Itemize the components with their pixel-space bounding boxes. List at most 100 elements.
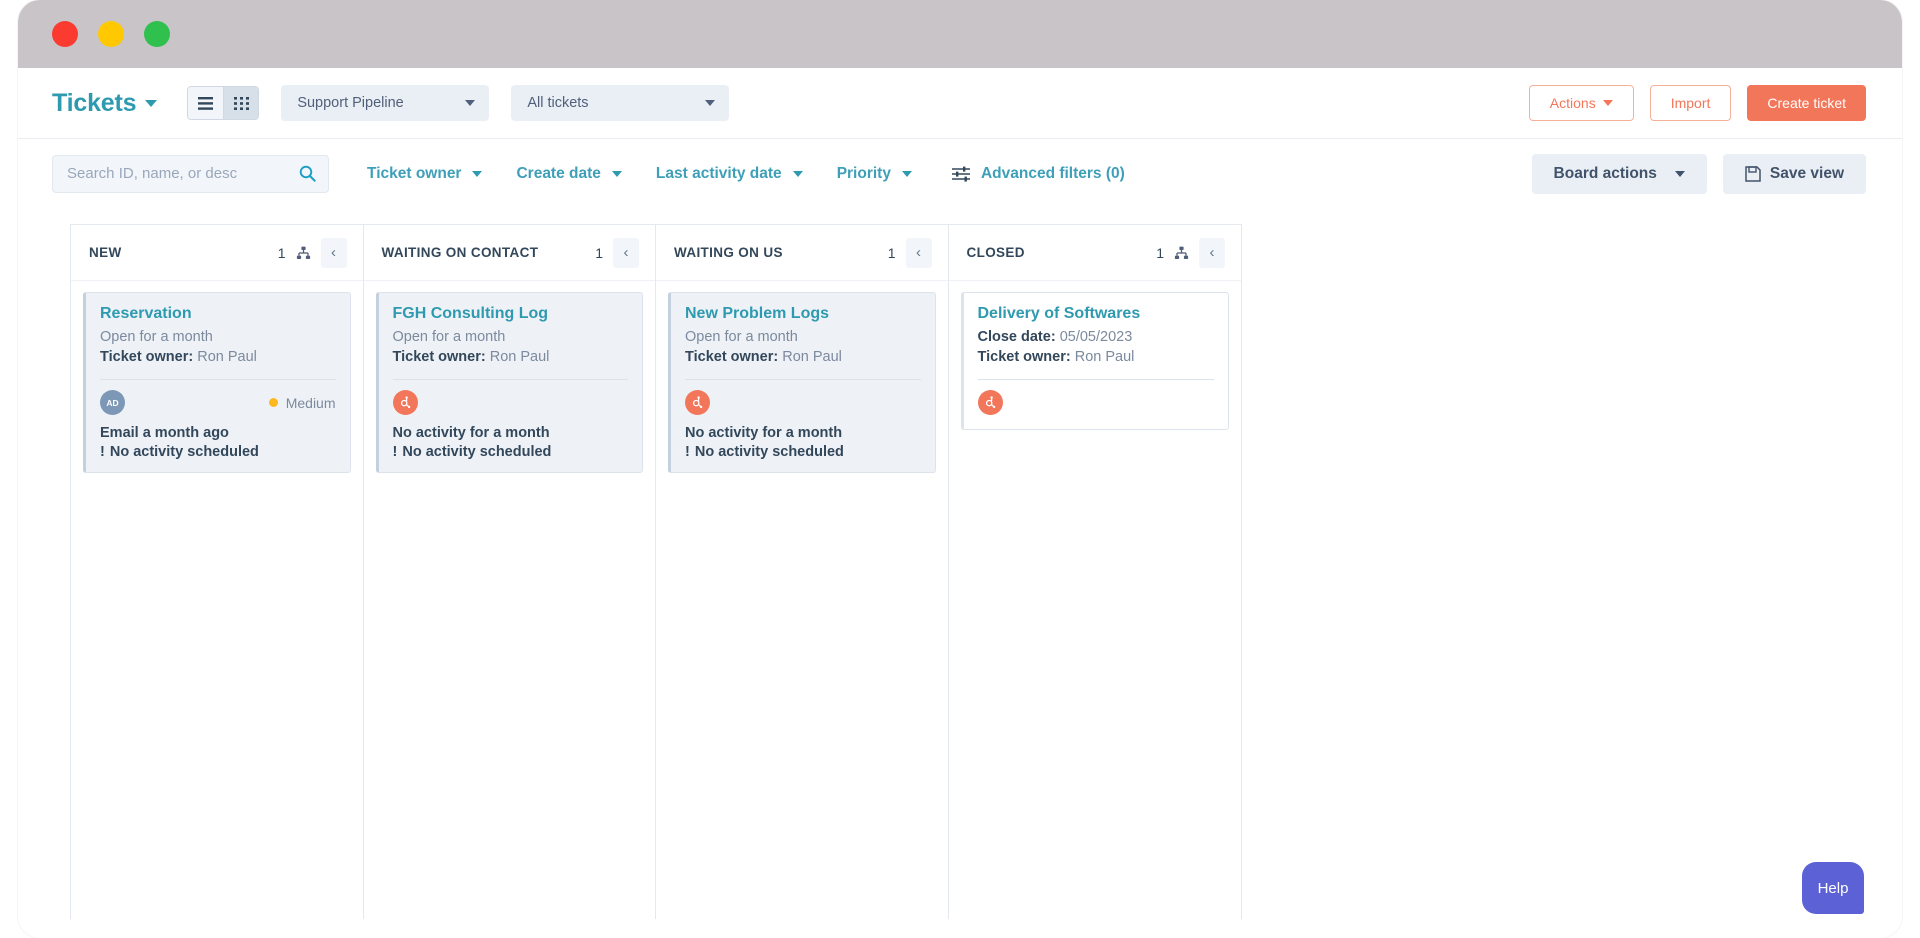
collapse-column-button[interactable]: ‹ xyxy=(906,238,932,268)
ticket-card-scheduled: ! No activity scheduled xyxy=(100,444,336,460)
create-ticket-label: Create ticket xyxy=(1767,95,1846,111)
close-window-button[interactable] xyxy=(52,21,78,47)
tickets-filter-select[interactable]: All tickets xyxy=(511,85,729,121)
ticket-card-activity: Email a month ago xyxy=(100,425,336,441)
avatar[interactable] xyxy=(393,390,418,415)
search-icon[interactable] xyxy=(299,165,316,182)
ticket-card-row: AD Medium xyxy=(100,390,336,415)
avatar[interactable]: AD xyxy=(100,390,125,415)
filter-ticket-owner[interactable]: Ticket owner xyxy=(367,165,482,183)
column-count: 1 xyxy=(278,245,286,261)
ticket-card-owner-label: Ticket owner: xyxy=(978,349,1071,365)
column-header: CLOSED 1 ‹ xyxy=(949,225,1242,281)
board-column-new: NEW 1 ‹ xyxy=(71,225,364,919)
filter-ticket-owner-label: Ticket owner xyxy=(367,165,461,183)
ticket-card-scheduled-label: No activity scheduled xyxy=(695,444,844,460)
column-cards: Reservation Open for a month Ticket owne… xyxy=(71,281,363,919)
ticket-card-scheduled: ! No activity scheduled xyxy=(393,444,629,460)
collapse-column-button[interactable]: ‹ xyxy=(321,238,347,268)
board-column-waiting-on-us: WAITING ON US 1 ‹ New Problem Logs Open … xyxy=(656,225,949,919)
ticket-card[interactable]: Reservation Open for a month Ticket owne… xyxy=(83,292,351,473)
ticket-card[interactable]: Delivery of Softwares Close date: 05/05/… xyxy=(961,292,1230,430)
chevron-down-icon xyxy=(793,171,803,177)
hierarchy-icon[interactable] xyxy=(1174,246,1189,260)
kanban-board: NEW 1 ‹ xyxy=(70,224,1242,919)
ticket-card-meta: Open for a month xyxy=(393,328,629,348)
help-button[interactable]: Help xyxy=(1802,862,1864,914)
ticket-card-activity: No activity for a month xyxy=(393,425,629,441)
chevron-down-icon xyxy=(1675,171,1685,177)
ticket-card-owner-label: Ticket owner: xyxy=(685,349,778,365)
list-view-icon xyxy=(198,97,213,110)
alert-icon: ! xyxy=(393,444,398,460)
sprocket-icon xyxy=(398,395,413,410)
ticket-card-owner: Ticket owner: Ron Paul xyxy=(685,348,921,368)
column-title: CLOSED xyxy=(967,245,1147,260)
ticket-card[interactable]: FGH Consulting Log Open for a month Tick… xyxy=(376,292,644,473)
board-actions-button[interactable]: Board actions xyxy=(1532,154,1707,194)
create-ticket-button[interactable]: Create ticket xyxy=(1747,85,1866,121)
ticket-card-owner-label: Ticket owner: xyxy=(100,349,193,365)
ticket-card-meta-label: Close date: xyxy=(978,329,1056,345)
collapse-column-button[interactable]: ‹ xyxy=(1199,238,1225,268)
ticket-card-owner: Ticket owner: Ron Paul xyxy=(393,348,629,368)
column-header: WAITING ON CONTACT 1 ‹ xyxy=(364,225,656,281)
hierarchy-icon[interactable] xyxy=(296,246,311,260)
ticket-card-title[interactable]: New Problem Logs xyxy=(685,305,921,323)
maximize-window-button[interactable] xyxy=(144,21,170,47)
board-column-waiting-on-contact: WAITING ON CONTACT 1 ‹ FGH Consulting Lo… xyxy=(364,225,657,919)
ticket-card-title[interactable]: FGH Consulting Log xyxy=(393,305,629,323)
ticket-card-title[interactable]: Delivery of Softwares xyxy=(978,305,1215,323)
ticket-card-meta: Open for a month xyxy=(685,328,921,348)
column-header: NEW 1 ‹ xyxy=(71,225,363,281)
chevron-down-icon xyxy=(705,100,715,106)
pipeline-select[interactable]: Support Pipeline xyxy=(281,85,489,121)
filter-priority-label: Priority xyxy=(837,165,891,183)
ticket-card-owner-value: Ron Paul xyxy=(782,349,842,365)
search-box[interactable] xyxy=(52,155,329,193)
chevron-down-icon xyxy=(902,171,912,177)
ticket-card-owner-label: Ticket owner: xyxy=(393,349,486,365)
avatar[interactable] xyxy=(685,390,710,415)
filter-last-activity-date[interactable]: Last activity date xyxy=(656,165,803,183)
minimize-window-button[interactable] xyxy=(98,21,124,47)
pipeline-select-value: Support Pipeline xyxy=(297,95,403,111)
search-input[interactable] xyxy=(67,165,282,182)
save-view-button[interactable]: Save view xyxy=(1723,154,1866,194)
save-disk-icon xyxy=(1745,166,1761,182)
ticket-card-owner-value: Ron Paul xyxy=(1075,349,1135,365)
divider xyxy=(685,379,921,380)
ticket-card-row xyxy=(978,390,1215,415)
page-title-dropdown[interactable]: Tickets xyxy=(52,89,157,118)
alert-icon: ! xyxy=(100,444,105,460)
ticket-card-title[interactable]: Reservation xyxy=(100,305,336,323)
list-view-button[interactable] xyxy=(188,87,223,119)
avatar[interactable] xyxy=(978,390,1003,415)
filter-bar: Ticket owner Create date Last activity d… xyxy=(18,138,1902,208)
ticket-card-meta: Open for a month xyxy=(100,328,336,348)
actions-button[interactable]: Actions xyxy=(1529,85,1634,121)
filter-priority[interactable]: Priority xyxy=(837,165,912,183)
board-view-button[interactable] xyxy=(223,87,258,119)
ticket-card-scheduled-label: No activity scheduled xyxy=(402,444,551,460)
column-count: 1 xyxy=(1156,245,1164,261)
board-view-icon xyxy=(234,97,249,110)
ticket-card-owner: Ticket owner: Ron Paul xyxy=(978,348,1215,368)
filter-create-date[interactable]: Create date xyxy=(516,165,621,183)
advanced-filters-button[interactable]: Advanced filters (0) xyxy=(952,165,1125,183)
ticket-card-activity: No activity for a month xyxy=(685,425,921,441)
ticket-card[interactable]: New Problem Logs Open for a month Ticket… xyxy=(668,292,936,473)
ticket-card-scheduled-label: No activity scheduled xyxy=(110,444,259,460)
priority-dot-icon xyxy=(269,398,278,407)
collapse-column-button[interactable]: ‹ xyxy=(613,238,639,268)
sprocket-icon xyxy=(690,395,705,410)
filter-create-date-label: Create date xyxy=(516,165,600,183)
column-header: WAITING ON US 1 ‹ xyxy=(656,225,948,281)
import-button[interactable]: Import xyxy=(1650,85,1732,121)
column-title: NEW xyxy=(89,245,268,260)
sprocket-icon xyxy=(983,395,998,410)
divider xyxy=(978,379,1215,380)
help-button-label: Help xyxy=(1818,880,1849,897)
column-cards: Delivery of Softwares Close date: 05/05/… xyxy=(949,281,1242,919)
priority-label: Medium xyxy=(286,395,336,411)
